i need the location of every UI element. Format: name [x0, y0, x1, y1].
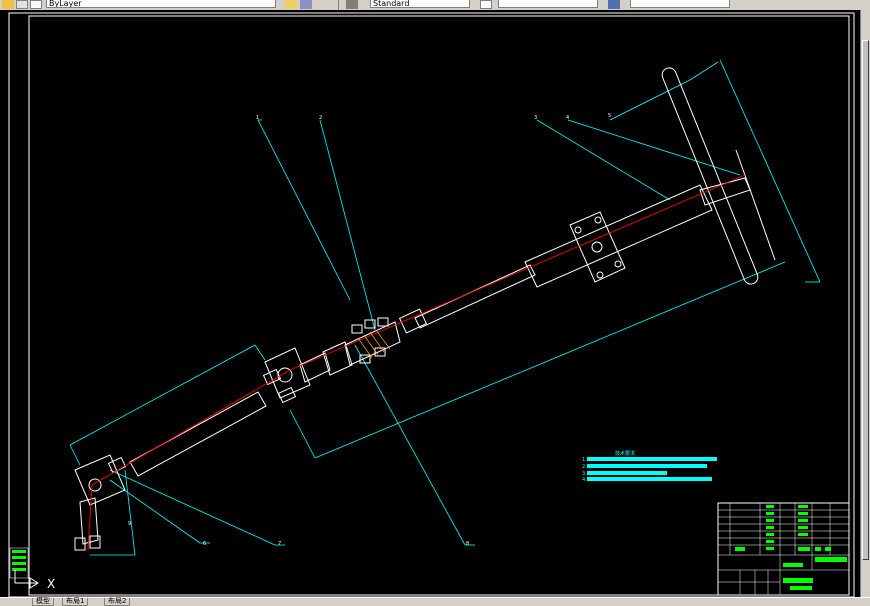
tech-req-title: 技术要求	[615, 450, 635, 457]
part-balloons: 1 2 3 4 5 6 7 8 9	[128, 113, 611, 547]
layer-prev-icon[interactable]	[300, 0, 312, 9]
balloon-label: 4	[566, 115, 569, 121]
multileader-combo[interactable]	[630, 0, 730, 8]
table-icon[interactable]	[480, 0, 492, 9]
balloon-label: 7	[278, 541, 281, 547]
ucs-x-label: X	[47, 577, 55, 591]
ucs-icon: X	[14, 570, 55, 591]
style-icon[interactable]	[346, 0, 358, 9]
left-green-bar	[9, 547, 29, 579]
open-icon[interactable]	[2, 0, 14, 9]
scrollbar-thumb[interactable]	[862, 40, 869, 560]
table-style-combo[interactable]	[498, 0, 598, 8]
tech-req-line: 4.	[582, 477, 587, 483]
balloon-label: 6	[203, 541, 206, 547]
layer-state-icon[interactable]	[30, 0, 42, 9]
layer-combo[interactable]: ByLayer	[46, 0, 276, 8]
toolbar-separator	[338, 0, 339, 10]
balloon-label: 2	[319, 115, 322, 121]
drawing-svg: 1 2 3 4 5 6 7 8 9 技术要求 1. 2. 3. 4. X	[8, 12, 855, 598]
centerline	[87, 174, 746, 551]
tech-req-line: 1.	[582, 457, 587, 463]
balloon-label: 8	[466, 541, 469, 547]
balloon-label: 5	[608, 113, 611, 119]
drawing-canvas[interactable]: 1 2 3 4 5 6 7 8 9 技术要求 1. 2. 3. 4. X	[0, 10, 860, 598]
vertical-scrollbar[interactable]	[860, 10, 870, 597]
page-icon[interactable]	[16, 0, 28, 9]
technical-requirements: 技术要求 1. 2. 3. 4.	[582, 450, 717, 483]
tech-req-line: 2.	[582, 464, 587, 470]
leader-lines	[109, 119, 741, 546]
sheet-outer-border	[8, 12, 855, 598]
title-block	[717, 502, 850, 596]
layer-tool-icon[interactable]	[285, 0, 297, 9]
balloon-label: 9	[128, 521, 131, 527]
sheet-inner-border	[28, 15, 850, 596]
balloon-label: 3	[534, 115, 537, 121]
style-combo[interactable]: Standard	[370, 0, 470, 8]
balloon-label: 1	[256, 115, 259, 121]
multileader-icon[interactable]	[608, 0, 620, 9]
